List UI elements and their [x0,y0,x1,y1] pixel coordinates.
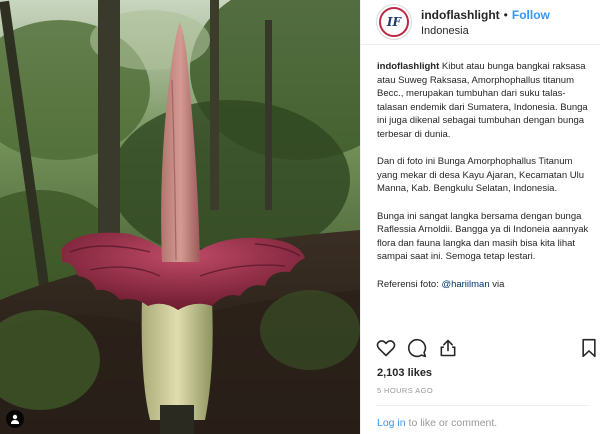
person-tag-icon [11,414,19,424]
login-link[interactable]: Log in [377,417,406,429]
speech-bubble-icon[interactable] [407,338,427,358]
caption-username-link[interactable]: indoflashlight [377,61,439,72]
separator-dot: • [503,7,508,22]
post-header: IF indoflashlight • Follow Indonesia [361,0,600,45]
header-text: indoflashlight • Follow Indonesia [421,8,550,37]
credit-suffix: via [492,278,505,290]
heart-outline-icon[interactable] [376,338,396,358]
bookmark-icon[interactable] [580,338,598,358]
corpse-flower-photo [0,0,360,434]
avatar[interactable]: IF [376,4,412,40]
post-timestamp[interactable]: 5 HOURS AGO [377,386,433,395]
username-link[interactable]: indoflashlight [421,8,500,22]
comment-prompt-text: to like or comment. [408,417,498,429]
header-row: indoflashlight • Follow [421,8,550,22]
caption: indoflashlight Kibut atau bunga bangkai … [377,60,595,305]
caption-paragraph-2: Dan di foto ini Bunga Amorphophallus Tit… [377,156,585,195]
share-arrow-icon[interactable] [438,338,458,358]
credit-mention-link[interactable]: @hariilman [441,279,489,290]
credit-prefix: Referensi foto: [377,278,439,290]
action-bar [376,338,600,360]
caption-credit: Referensi foto: @hariilman via [377,278,595,292]
caption-paragraph-1: indoflashlight Kibut atau bunga bangkai … [377,60,595,142]
location-link[interactable]: Indonesia [421,25,550,37]
follow-button[interactable]: Follow [512,8,550,22]
comment-divider [376,405,590,406]
avatar-logo: IF [379,7,409,37]
caption-text-1: Kibut atau bunga bangkai raksasa atau Su… [377,61,588,140]
tag-button[interactable] [6,410,24,428]
likes-count[interactable]: 2,103 likes [377,367,432,379]
comment-prompt: Log in to like or comment. [377,417,497,429]
post-photo[interactable] [0,0,360,434]
caption-paragraph-3: Bunga ini sangat langka bersama dengan b… [377,210,589,263]
